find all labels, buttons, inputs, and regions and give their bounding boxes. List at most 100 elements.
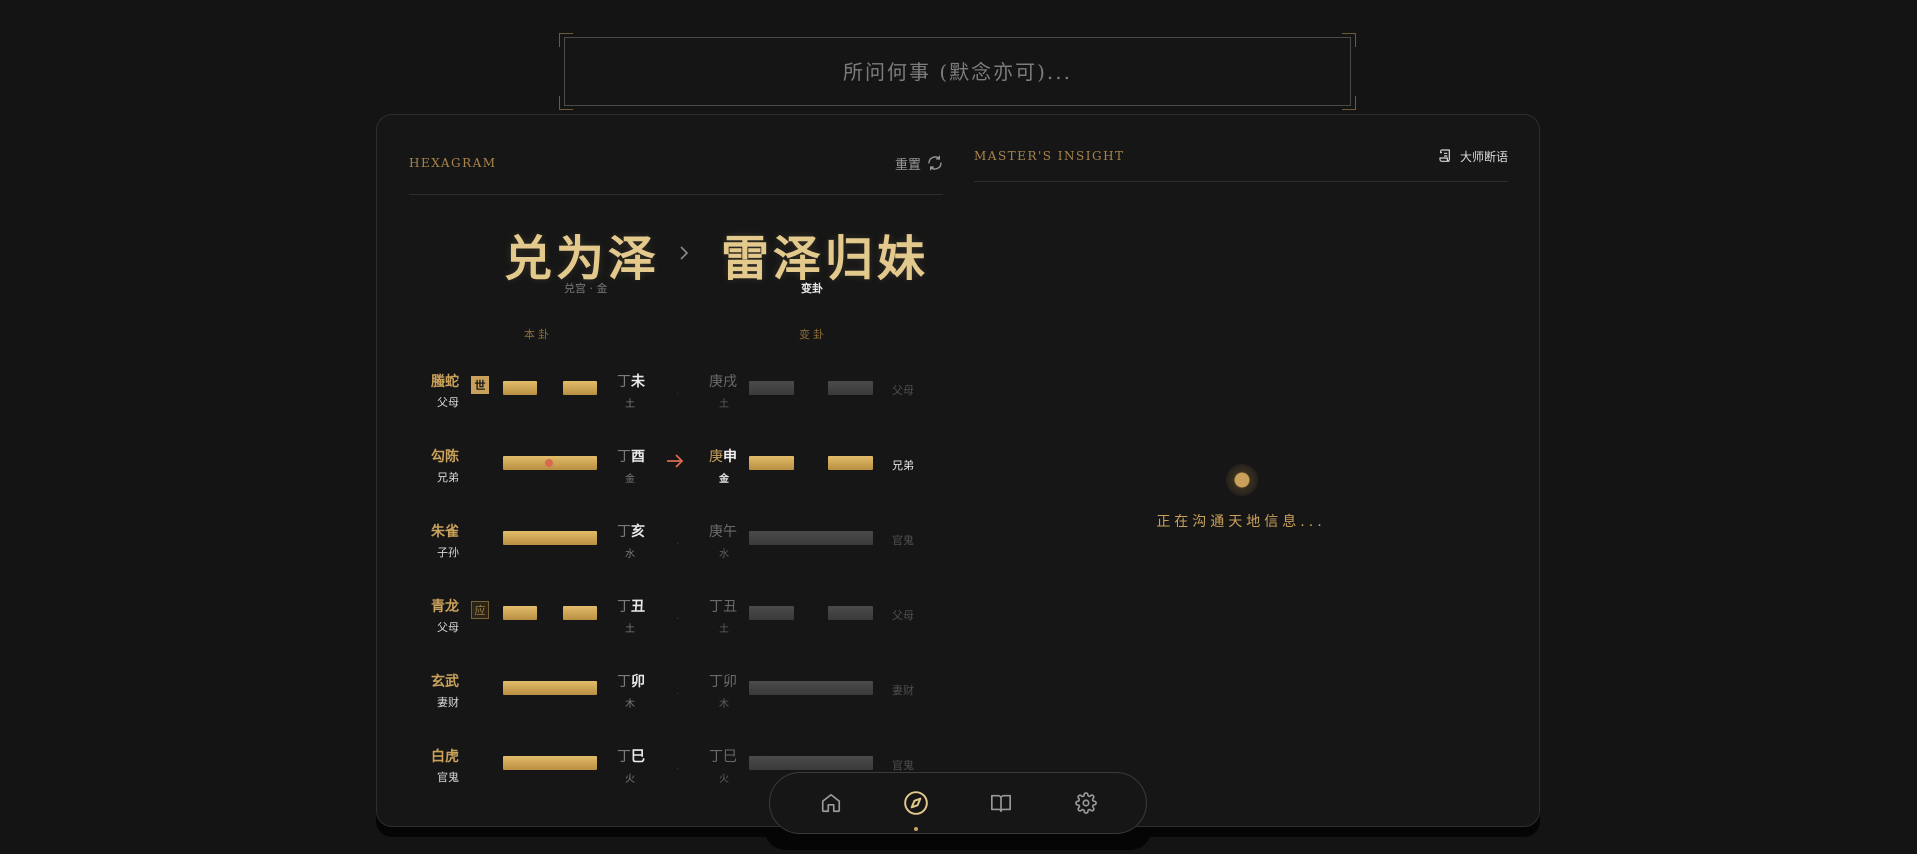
book-icon bbox=[990, 794, 1011, 813]
hexagram-title: HEXAGRAM bbox=[409, 156, 497, 170]
changed-hexagram-name: 雷泽归妹 bbox=[721, 231, 930, 287]
question-input[interactable] bbox=[565, 38, 1350, 105]
reset-button[interactable]: 重置 bbox=[895, 154, 943, 173]
question-frame bbox=[559, 33, 1356, 110]
hexagram-line-row: 螣蛇 父母世丁未土 · 庚戌土父母 bbox=[409, 371, 943, 421]
changed-five-element: 火 bbox=[719, 774, 729, 785]
master-insight-button[interactable]: 大师断语 bbox=[1438, 148, 1508, 165]
hexagram-line-row: 勾陈 兄弟 丁酉金庚申金兄弟 bbox=[409, 446, 943, 496]
earthly-branch: 丑 bbox=[723, 599, 737, 615]
earthly-branch: 申 bbox=[723, 449, 737, 465]
heavenly-stem: 丁 bbox=[617, 449, 631, 465]
main-hexagram-palace: 兑宫 · 金 bbox=[564, 282, 608, 295]
five-element: 金 bbox=[625, 474, 635, 485]
earthly-branch: 未 bbox=[631, 374, 645, 390]
heavenly-stem: 丁 bbox=[709, 749, 723, 765]
changed-line bbox=[749, 681, 873, 695]
five-element: 土 bbox=[625, 399, 635, 410]
insight-panel: MASTER'S INSIGHT 大师断语 正在沟通天地信息... bbox=[974, 115, 1508, 826]
question-box bbox=[564, 37, 1351, 106]
main-panel: HEXAGRAM 重置 兑为泽 雷泽归妹 兑宫 · 金 变卦 本卦 变卦 螣蛇父… bbox=[376, 114, 1540, 827]
divider bbox=[409, 194, 943, 195]
line-segment bbox=[563, 606, 597, 620]
line-segment bbox=[828, 381, 873, 395]
ying-marker: 应 bbox=[471, 601, 489, 619]
five-element: 水 bbox=[625, 549, 635, 560]
earthly-branch: 亥 bbox=[631, 524, 645, 540]
changed-column-label: 变卦 bbox=[799, 328, 827, 341]
scroll-icon bbox=[1439, 149, 1450, 162]
six-relation: 父母 bbox=[437, 396, 459, 409]
line-segment bbox=[503, 681, 597, 695]
line-segment bbox=[749, 606, 794, 620]
hexagram-header: HEXAGRAM 重置 bbox=[409, 148, 943, 178]
nav-library[interactable] bbox=[981, 783, 1021, 823]
refresh-icon bbox=[928, 155, 942, 171]
heavenly-stem: 丁 bbox=[709, 674, 723, 690]
nav-home[interactable] bbox=[811, 783, 851, 823]
earthly-branch: 巳 bbox=[723, 749, 737, 765]
six-spirit: 青龙 bbox=[431, 599, 459, 615]
earthly-branch: 午 bbox=[723, 524, 737, 540]
nav-divine[interactable] bbox=[896, 783, 936, 831]
main-line bbox=[503, 756, 597, 770]
home-icon bbox=[821, 793, 840, 813]
reset-label: 重置 bbox=[894, 157, 921, 173]
static-separator: · bbox=[676, 389, 680, 400]
changed-relation: 妻财 bbox=[892, 684, 914, 697]
changed-line bbox=[749, 531, 873, 545]
changed-relation: 官鬼 bbox=[892, 759, 914, 772]
six-spirit: 玄武 bbox=[431, 674, 459, 690]
changed-five-element: 木 bbox=[719, 699, 729, 710]
changed-line bbox=[749, 456, 873, 470]
changed-branch-label: 丁丑 bbox=[709, 596, 737, 616]
changed-line bbox=[749, 756, 873, 770]
branch-label: 丁卯 bbox=[617, 671, 645, 691]
heavenly-stem: 丁 bbox=[709, 599, 723, 615]
compass-icon bbox=[903, 791, 928, 815]
branch-label: 丁丑 bbox=[617, 596, 645, 616]
six-relation: 父母 bbox=[437, 621, 459, 634]
changed-branch-label: 丁巳 bbox=[709, 746, 737, 766]
six-spirit: 勾陈 bbox=[431, 449, 459, 465]
changed-branch-label: 庚戌 bbox=[709, 371, 737, 391]
master-insight-label: 大师断语 bbox=[1459, 149, 1508, 164]
five-element: 土 bbox=[625, 624, 635, 635]
changed-five-element: 水 bbox=[719, 549, 729, 560]
line-segment bbox=[563, 381, 597, 395]
line-segment bbox=[828, 456, 873, 470]
changed-branch-label: 丁卯 bbox=[709, 671, 737, 691]
changed-branch-label: 庚申 bbox=[709, 446, 737, 466]
earthly-branch: 丑 bbox=[631, 599, 645, 615]
line-segment bbox=[749, 381, 794, 395]
earthly-branch: 卯 bbox=[631, 674, 645, 690]
nav-settings[interactable] bbox=[1066, 783, 1106, 823]
six-spirit: 朱雀 bbox=[431, 524, 459, 540]
changed-relation: 兄弟 bbox=[892, 459, 914, 472]
changed-five-element: 金 bbox=[719, 474, 729, 485]
heavenly-stem: 丁 bbox=[617, 674, 631, 690]
branch-label: 丁亥 bbox=[617, 521, 645, 541]
earthly-branch: 酉 bbox=[631, 449, 645, 465]
line-segment bbox=[749, 756, 873, 770]
six-relation: 子孙 bbox=[437, 546, 459, 559]
six-spirit: 螣蛇 bbox=[431, 374, 459, 390]
changed-line bbox=[749, 606, 873, 620]
changed-line bbox=[749, 381, 873, 395]
hexagram-panel: HEXAGRAM 重置 兑为泽 雷泽归妹 兑宫 · 金 变卦 本卦 变卦 螣蛇父… bbox=[409, 115, 943, 826]
gear-icon bbox=[1074, 792, 1097, 814]
six-spirit: 白虎 bbox=[431, 749, 459, 765]
heavenly-stem: 丁 bbox=[617, 749, 631, 765]
arrow-right-icon bbox=[667, 454, 684, 468]
shi-marker: 世 bbox=[471, 376, 489, 394]
six-relation: 官鬼 bbox=[437, 771, 459, 784]
line-segment bbox=[749, 456, 794, 470]
chevron-right-icon bbox=[680, 246, 689, 260]
line-segment bbox=[828, 606, 873, 620]
changed-five-element: 土 bbox=[719, 399, 729, 410]
main-line bbox=[503, 531, 597, 545]
heavenly-stem: 丁 bbox=[617, 374, 631, 390]
branch-label: 丁酉 bbox=[617, 446, 645, 466]
main-hexagram-name: 兑为泽 bbox=[504, 231, 661, 287]
static-separator: · bbox=[676, 539, 680, 550]
